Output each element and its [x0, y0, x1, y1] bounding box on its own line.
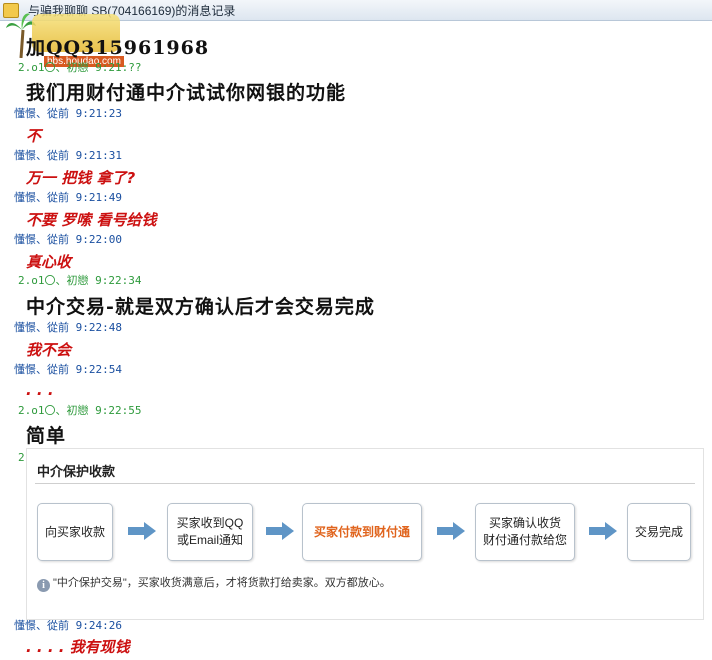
message-text: 我们用财付通中介试试你网银的功能	[26, 82, 347, 104]
message-text: 简单	[26, 425, 67, 447]
message-text: . . . . 我有现钱	[26, 638, 130, 656]
message-header: 2.o1〇、初戀 9:21:??	[18, 61, 142, 74]
message-text: . . .	[26, 381, 54, 399]
message-header: 2.o1〇、初戀 9:22:55	[18, 404, 142, 417]
arrow-right-icon	[589, 522, 617, 540]
message-text: 中介交易-就是双方确认后才会交易完成	[26, 296, 375, 318]
window-title: 与骗我聊聊 SB(704166169)的消息记录	[28, 4, 236, 18]
arrow-right-icon	[128, 522, 156, 540]
step-2: 买家收到QQ 或Email通知	[167, 503, 253, 561]
message-text: 万一 把钱 拿了?	[26, 169, 136, 187]
arrow-right-icon	[436, 522, 465, 540]
card-note: i "中介保护交易"，买家收货满意后，才将货款打给卖家。双方都放心。	[37, 574, 391, 592]
arrow-right-icon	[265, 522, 294, 540]
message-header: 懂憬、從前 9:21:23	[14, 107, 122, 120]
step-label: 买家确认收货 财付通付款给您	[482, 516, 567, 547]
escrow-card: 中介保护收款 向买家收款 买家收到QQ 或Email通知 买家付款到财付通 买家确认收…	[26, 448, 704, 620]
card-note-text: "中介保护交易"，买家收货满意后，才将货款打给卖家。双方都放心。	[53, 577, 391, 589]
message-text: 真心收	[26, 253, 72, 271]
message-text: 不	[26, 127, 42, 145]
message-header: 懂憬、從前 9:22:54	[14, 363, 122, 376]
message-header: 懂憬、從前 9:22:48	[14, 321, 122, 334]
step-label: 向买家收款	[44, 524, 105, 539]
step-4: 买家确认收货 财付通付款给您	[475, 503, 575, 561]
card-title: 中介保护收款	[37, 464, 116, 479]
step-label: 买家收到QQ 或Email通知	[176, 516, 244, 547]
window-titlebar: 与骗我聊聊 SB(704166169)的消息记录	[0, 0, 712, 21]
step-label: 交易完成	[634, 524, 683, 539]
message-text: 我不会	[26, 341, 72, 359]
message-header: 懂憬、從前 9:22:00	[14, 233, 122, 246]
info-icon: i	[37, 579, 50, 592]
step-3: 买家付款到财付通	[302, 503, 422, 561]
step-1: 向买家收款	[37, 503, 113, 561]
step-label: 买家付款到财付通	[313, 524, 410, 539]
card-divider	[35, 483, 695, 484]
message-header: 懂憬、從前 9:21:31	[14, 149, 122, 162]
message-text: 加QQ315961968	[26, 37, 210, 59]
message-header: 2.o1〇、初戀 9:22:34	[18, 274, 142, 287]
message-text: 不要 罗嗦 看号给钱	[26, 211, 157, 229]
message-header: 懂憬、從前 9:21:49	[14, 191, 122, 204]
chat-window-icon	[3, 3, 19, 18]
step-5: 交易完成	[627, 503, 691, 561]
